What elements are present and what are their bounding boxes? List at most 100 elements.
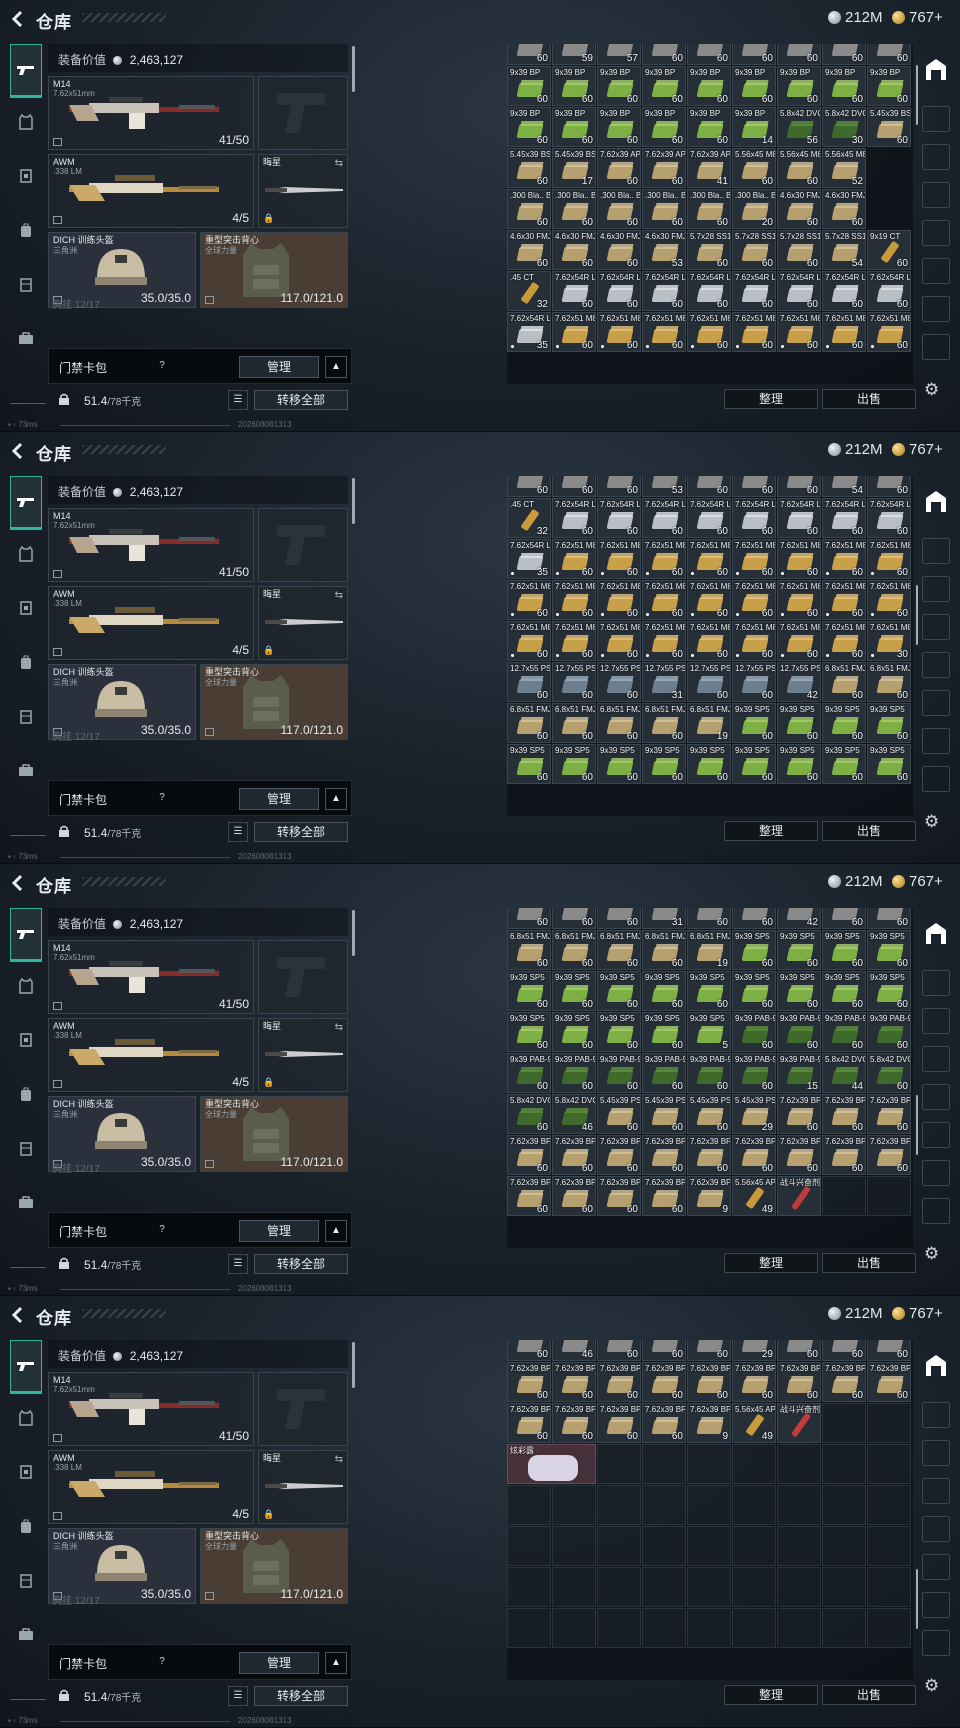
- inventory-item[interactable]: 6.8x51 FMJ 60: [552, 703, 596, 743]
- inventory-item[interactable]: 9x39 SP5 60: [777, 930, 821, 970]
- inventory-item[interactable]: 7.62x39 AP 41: [687, 148, 731, 188]
- empty-slot[interactable]: [822, 1608, 866, 1648]
- rail-backpack-tab[interactable]: [10, 646, 42, 678]
- secondary-weapon-slot[interactable]: AWM .338 LM 4/5: [48, 154, 254, 228]
- inventory-item[interactable]: 9x39 BP 60: [867, 66, 911, 106]
- inventory-item[interactable]: 7.62x51 M80 60: [642, 621, 686, 661]
- inventory-item[interactable]: 7.62x39 BP 60: [597, 1403, 641, 1443]
- empty-slot[interactable]: [822, 1176, 866, 1216]
- empty-slot[interactable]: [507, 1608, 551, 1648]
- inventory-item[interactable]: 7.62x39 BP 60: [642, 1135, 686, 1175]
- inventory-item[interactable]: 53: [642, 476, 686, 497]
- empty-slot[interactable]: [597, 1526, 641, 1566]
- inventory-item[interactable]: 9x39 SP5 60: [732, 930, 776, 970]
- inventory-item[interactable]: 60: [867, 1340, 911, 1361]
- inventory-item[interactable]: 7.62x39 BP 60: [777, 1135, 821, 1175]
- inventory-item[interactable]: 12.7x55 PS12B 60: [687, 662, 731, 702]
- empty-slot[interactable]: [732, 1567, 776, 1607]
- inventory-item[interactable]: 60: [507, 44, 551, 65]
- storage-tab-7[interactable]: [922, 1198, 950, 1224]
- manage-button[interactable]: 管理: [239, 788, 319, 810]
- empty-slot[interactable]: [822, 1485, 866, 1525]
- inventory-item[interactable]: 42: [777, 908, 821, 929]
- storage-tab-4[interactable]: [922, 1084, 950, 1110]
- inventory-item[interactable]: 6.8x51 FMJ 60: [507, 930, 551, 970]
- inventory-item[interactable]: 57: [597, 44, 641, 65]
- rail-vest-tab[interactable]: [10, 970, 42, 1002]
- inventory-item[interactable]: 7.62x51 M80 60: [777, 621, 821, 661]
- inventory-item[interactable]: 9x39 SP5 60: [822, 744, 866, 784]
- inventory-item[interactable]: 7.62x39 BP 60: [552, 1176, 596, 1216]
- empty-slot[interactable]: [867, 1176, 911, 1216]
- inventory-item[interactable]: 5.45x39 BS 60: [507, 148, 551, 188]
- storage-tab-1[interactable]: [922, 1402, 950, 1428]
- inventory-grid[interactable]: 60 46 60 60 60 29 60 60 60 7.62x39 BP 60 7.62x39 BP…: [507, 1340, 913, 1680]
- inventory-item[interactable]: 9x39 SP5 60: [867, 703, 911, 743]
- inventory-item[interactable]: 46: [552, 1340, 596, 1361]
- storage-tab-2[interactable]: [922, 1008, 950, 1034]
- transfer-all-button[interactable]: 转移全部: [254, 1254, 348, 1274]
- gold-currency[interactable]: 767+: [892, 9, 943, 26]
- storage-tab-5[interactable]: [922, 258, 950, 284]
- inventory-item[interactable]: 7.62x51 M80 60: [777, 580, 821, 620]
- help-icon[interactable]: ?: [155, 791, 169, 805]
- inventory-item[interactable]: 7.62x54R LPS 60: [687, 271, 731, 311]
- inventory-item[interactable]: 7.62x51 M80 60: [597, 539, 641, 579]
- list-view-icon[interactable]: ☰: [228, 1686, 248, 1706]
- sort-button[interactable]: 整理: [724, 389, 818, 409]
- inventory-item[interactable]: 60: [822, 908, 866, 929]
- inventory-item[interactable]: 9x39 PAB-9 60: [642, 1053, 686, 1093]
- inventory-item[interactable]: 5.56x45 M855 60: [732, 148, 776, 188]
- inventory-item[interactable]: 9x39 SP5 60: [732, 971, 776, 1011]
- inventory-item[interactable]: 7.62x39 BP 60: [822, 1362, 866, 1402]
- inventory-item[interactable]: 60: [687, 908, 731, 929]
- storage-tab-3[interactable]: [922, 614, 950, 640]
- pistol-slot[interactable]: [258, 1372, 348, 1446]
- rail-weapons-tab[interactable]: [10, 44, 42, 98]
- rail-case-tab[interactable]: [10, 1618, 42, 1650]
- empty-slot[interactable]: [777, 1485, 821, 1525]
- inventory-item[interactable]: 31: [642, 908, 686, 929]
- inventory-item[interactable]: 5.45x39 BS 60: [867, 107, 911, 147]
- inventory-item[interactable]: 9x39 SP5 60: [597, 1012, 641, 1052]
- inventory-item[interactable]: 7.62x54R LPS 60: [552, 498, 596, 538]
- inventory-item[interactable]: 7.62x54R LPS 60: [822, 271, 866, 311]
- empty-slot[interactable]: [822, 1403, 866, 1443]
- storage-tab-3[interactable]: [922, 1478, 950, 1504]
- melee-slot[interactable]: 晦星 ⇆ 🔒: [258, 1450, 348, 1524]
- gold-currency[interactable]: 767+: [892, 441, 943, 458]
- inventory-item[interactable]: 9x39 SP5 60: [552, 1012, 596, 1052]
- empty-slot[interactable]: [687, 1526, 731, 1566]
- inventory-item[interactable]: 7.62x54R LPS 60: [777, 271, 821, 311]
- inventory-item[interactable]: 5.8x42 DVC10 60: [507, 1094, 551, 1134]
- inventory-item[interactable]: 6.8x51 FMJ 60: [507, 703, 551, 743]
- rail-backpack-tab[interactable]: [10, 214, 42, 246]
- inventory-item[interactable]: 7.62x39 BP 60: [732, 1135, 776, 1175]
- inventory-item[interactable]: 60: [867, 908, 911, 929]
- warehouse-home-icon[interactable]: [922, 488, 950, 514]
- inventory-item[interactable]: 12.7x55 PS12B 42: [777, 662, 821, 702]
- empty-slot[interactable]: [552, 1567, 596, 1607]
- inventory-item[interactable]: 9x39 SP5 60: [777, 971, 821, 1011]
- inventory-item[interactable]: 7.62x39 BP 60: [732, 1362, 776, 1402]
- empty-slot[interactable]: [732, 1485, 776, 1525]
- storage-tab-2[interactable]: [922, 144, 950, 170]
- inventory-item[interactable]: 60: [687, 44, 731, 65]
- storage-tab-1[interactable]: [922, 538, 950, 564]
- melee-slot[interactable]: 晦星 ⇆ 🔒: [258, 586, 348, 660]
- warehouse-home-icon[interactable]: [922, 56, 950, 82]
- inventory-item[interactable]: 7.62x39 AP 60: [642, 148, 686, 188]
- rail-backpack-tab[interactable]: [10, 1510, 42, 1542]
- inventory-item[interactable]: 7.62x51 M80 60: [732, 312, 776, 352]
- storage-tab-1[interactable]: [922, 106, 950, 132]
- inventory-item[interactable]: 7.62x51 M80 60: [597, 312, 641, 352]
- list-view-icon[interactable]: ☰: [228, 390, 248, 410]
- storage-tab-2[interactable]: [922, 576, 950, 602]
- inventory-item[interactable]: 7.62x54R LPS 60: [687, 498, 731, 538]
- inventory-item[interactable]: 7.62x39 BP 60: [777, 1094, 821, 1134]
- storage-tab-4[interactable]: [922, 220, 950, 246]
- inventory-item[interactable]: 5.7x28 SS190 54: [822, 230, 866, 270]
- inventory-item[interactable]: 7.62x51 M80 60: [687, 580, 731, 620]
- rail-armor-tab[interactable]: [10, 592, 42, 624]
- back-arrow-icon[interactable]: [10, 1306, 26, 1324]
